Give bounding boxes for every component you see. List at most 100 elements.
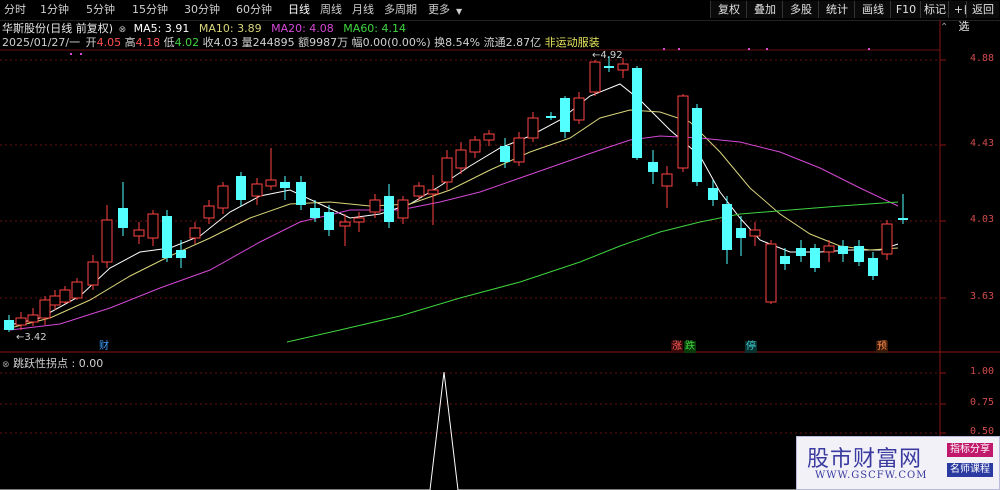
price-axis-label: 4.03 bbox=[970, 214, 995, 225]
candle-body-down bbox=[118, 208, 128, 228]
signal-dot bbox=[748, 48, 750, 50]
candle-body-down bbox=[560, 98, 570, 132]
candle-body-down bbox=[546, 116, 556, 118]
candle-body-up bbox=[217, 185, 229, 209]
candle-body-down bbox=[898, 218, 908, 220]
candle-body-up bbox=[353, 217, 365, 223]
signal-dot bbox=[868, 48, 870, 50]
candle-body-up bbox=[589, 61, 601, 93]
candle-body-down bbox=[810, 248, 820, 268]
candle-body-down bbox=[648, 162, 658, 172]
candle-body-up bbox=[427, 189, 439, 195]
candle-body-down bbox=[384, 196, 394, 222]
candle-body-down bbox=[796, 248, 806, 256]
candle-body-up bbox=[59, 289, 71, 303]
moving-average-lines bbox=[9, 48, 899, 343]
candle-body-up bbox=[661, 173, 673, 187]
signal-dot bbox=[80, 53, 82, 55]
signal-dot bbox=[678, 48, 680, 50]
candle-body-down bbox=[854, 246, 864, 262]
indicator-title-row: ⊗ 跳跃性拐点 : 0.00 bbox=[2, 357, 103, 372]
event-marker-rise[interactable]: 涨 bbox=[671, 341, 683, 353]
candle-body-down bbox=[280, 182, 290, 188]
candle-body-up bbox=[369, 199, 381, 213]
candle-body-up bbox=[527, 117, 539, 139]
low-annotation: ←3.42 bbox=[16, 332, 47, 343]
candle-body-up bbox=[39, 299, 51, 319]
candle-body-up bbox=[765, 243, 777, 303]
high-annotation-value: 4.92 bbox=[600, 50, 623, 61]
settings-icon[interactable]: ⊗ bbox=[2, 360, 10, 370]
candlesticks bbox=[4, 56, 908, 332]
candle-body-down bbox=[736, 228, 746, 238]
candle-body-down bbox=[296, 182, 306, 205]
candle-body-up bbox=[49, 295, 61, 306]
candle-body-down bbox=[632, 68, 642, 158]
event-marker-fall[interactable]: 跌 bbox=[684, 341, 696, 353]
high-annotation: ←4.92 bbox=[592, 50, 623, 61]
candle-body-down bbox=[324, 212, 334, 230]
site-watermark: 股市财富网 WWW.GSCFW.COM 指标分享 名师课程 bbox=[796, 436, 1000, 490]
candle-body-down bbox=[780, 256, 790, 264]
candle-body-up bbox=[71, 281, 83, 299]
candle-body-up bbox=[513, 137, 525, 163]
price-axis-label: 4.88 bbox=[970, 53, 995, 64]
candle-body-down bbox=[838, 246, 848, 254]
indicator-axis-label: 1.00 bbox=[970, 366, 995, 377]
candle-body-down bbox=[868, 258, 878, 276]
candle-body-down bbox=[236, 176, 246, 200]
price-axis-label: 3.63 bbox=[970, 291, 995, 302]
watermark-url: WWW.GSCFW.COM bbox=[815, 470, 928, 481]
candle-body-up bbox=[881, 223, 893, 255]
candle-body-up bbox=[101, 219, 113, 263]
ma5-line bbox=[9, 83, 899, 326]
candle-body-up bbox=[189, 227, 201, 239]
candle-body-up bbox=[469, 139, 481, 153]
signal-dot bbox=[70, 53, 72, 55]
price-gridlines bbox=[0, 20, 1000, 490]
signal-dot bbox=[663, 48, 665, 50]
candle-body-up bbox=[573, 97, 585, 121]
signal-dot bbox=[766, 48, 768, 50]
candle-body-up bbox=[749, 229, 761, 237]
candle-body-up bbox=[339, 221, 351, 227]
candlestick-chart[interactable] bbox=[0, 0, 1000, 490]
candle-body-up bbox=[133, 229, 145, 237]
candle-body-down bbox=[176, 250, 186, 258]
candle-body-down bbox=[604, 66, 614, 68]
candle-body-up bbox=[147, 213, 159, 239]
candle-body-up bbox=[413, 185, 425, 197]
price-axis-label: 4.43 bbox=[970, 138, 995, 149]
candle-body-up bbox=[397, 199, 409, 219]
event-marker-finance[interactable]: 财 bbox=[98, 341, 110, 353]
candle-body-down bbox=[722, 204, 732, 250]
watermark-tag-indicators: 指标分享 bbox=[947, 443, 993, 457]
ma60-line bbox=[286, 201, 899, 343]
event-marker-halt[interactable]: 停 bbox=[745, 341, 757, 353]
watermark-title: 股市财富网 bbox=[807, 447, 923, 472]
candle-body-up bbox=[15, 317, 27, 326]
watermark-tag-courses: 名师课程 bbox=[947, 463, 993, 477]
candle-body-down bbox=[708, 188, 718, 200]
candle-body-up bbox=[251, 183, 263, 197]
candle-body-down bbox=[162, 216, 172, 258]
candle-body-down bbox=[310, 208, 320, 218]
candle-body-up bbox=[203, 205, 215, 219]
candle-body-up bbox=[617, 63, 629, 71]
candle-body-down bbox=[500, 146, 510, 162]
candle-body-up bbox=[87, 261, 99, 286]
candle-body-up bbox=[823, 245, 835, 253]
candle-body-up bbox=[483, 133, 495, 141]
candle-body-down bbox=[4, 320, 14, 330]
indicator-axis-label: 0.75 bbox=[970, 397, 995, 408]
candle-body-up bbox=[677, 95, 689, 169]
candle-body-up bbox=[265, 179, 277, 187]
candle-body-up bbox=[27, 314, 39, 323]
event-marker-forecast[interactable]: 预 bbox=[876, 341, 888, 353]
ma10-line bbox=[9, 109, 899, 329]
indicator-title: 跳跃性拐点 : 0.00 bbox=[13, 357, 104, 370]
candle-body-up bbox=[441, 157, 453, 183]
candle-body-down bbox=[692, 108, 702, 182]
low-annotation-value: 3.42 bbox=[24, 332, 47, 343]
candle-body-up bbox=[455, 149, 467, 169]
